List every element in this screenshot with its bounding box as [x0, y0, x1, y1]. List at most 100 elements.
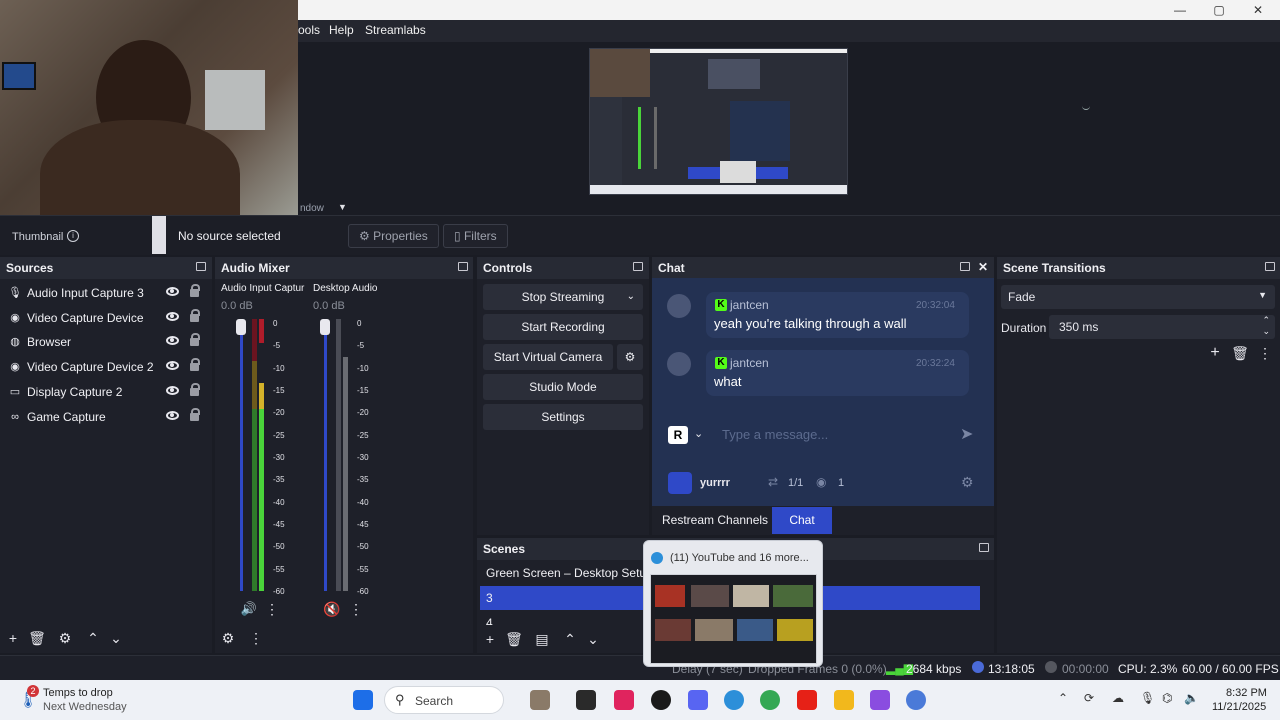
stop-streaming-button[interactable]: Stop Streaming ⌄	[483, 284, 643, 310]
add-transition-button[interactable]: +	[1206, 344, 1224, 362]
advanced-audio-icon[interactable]: ⚙	[219, 629, 237, 647]
copilot-icon[interactable]	[530, 690, 550, 710]
scene-filter-icon[interactable]: ▤	[533, 630, 551, 648]
lock-icon[interactable]	[190, 309, 200, 322]
taskbar-search[interactable]: ⚲ Search	[384, 686, 504, 714]
tiktok-icon[interactable]	[614, 690, 634, 710]
menu-help[interactable]: Help	[329, 23, 354, 37]
lock-icon[interactable]	[190, 358, 200, 371]
chevron-down-icon[interactable]: ⌄	[107, 629, 125, 647]
maximize-button[interactable]: ▢	[1199, 0, 1239, 20]
weather-line2[interactable]: Next Wednesday	[43, 701, 127, 713]
app-icon[interactable]	[906, 690, 926, 710]
more-options-icon[interactable]: ⋮	[247, 629, 265, 647]
youtube-icon[interactable]	[797, 690, 817, 710]
windows-start-icon[interactable]	[353, 690, 373, 710]
undock-icon[interactable]	[1265, 262, 1275, 271]
chat-username[interactable]: jantcen	[730, 356, 769, 370]
start-recording-button[interactable]: Start Recording	[483, 314, 643, 340]
obs-icon[interactable]	[651, 690, 671, 710]
copilot-app-icon[interactable]	[870, 690, 890, 710]
source-item[interactable]: ▭ Display Capture 2	[6, 380, 206, 404]
source-item[interactable]: 🎙 Audio Input Capture 3	[6, 281, 206, 305]
chevron-up-icon[interactable]: ⌃	[561, 630, 579, 648]
tab-chat[interactable]: Chat	[772, 507, 832, 534]
message-input[interactable]: Type a message...	[722, 427, 828, 442]
trash-icon[interactable]: 🗑	[28, 629, 46, 647]
trash-icon[interactable]: 🗑	[1231, 344, 1249, 362]
close-icon[interactable]: ✕	[978, 260, 988, 274]
chevron-up-icon[interactable]: ⌃	[1058, 691, 1068, 705]
speaker-icon[interactable]: 🔊	[240, 600, 258, 618]
discord-icon[interactable]	[688, 690, 708, 710]
cloud-icon[interactable]: ☁	[1112, 691, 1124, 705]
more-options-icon[interactable]: ⋮	[347, 600, 365, 618]
transition-select[interactable]: Fade ▼	[1001, 285, 1275, 309]
microphone-icon[interactable]: 🎙	[1140, 691, 1155, 705]
more-options-icon[interactable]: ⋮	[1256, 344, 1274, 362]
source-item[interactable]: ◉ Video Capture Device 2	[6, 355, 206, 379]
volume-slider-handle[interactable]	[320, 319, 330, 335]
properties-button[interactable]: ⚙ Properties	[348, 224, 439, 248]
lock-icon[interactable]	[190, 383, 200, 396]
filters-button[interactable]: ▯ Filters	[443, 224, 508, 248]
chevron-down-icon[interactable]: ⌄	[694, 427, 703, 440]
weather-line1[interactable]: Temps to drop	[43, 687, 113, 699]
source-item[interactable]: ◉ Video Capture Device	[6, 306, 206, 330]
visibility-eye-icon[interactable]	[166, 312, 179, 321]
duration-spinbox[interactable]: 350 ms ⌃ ⌄	[1049, 315, 1275, 339]
chevron-down-icon[interactable]: ▼	[338, 202, 347, 212]
sync-icon[interactable]: ⟳	[1084, 691, 1094, 705]
add-scene-button[interactable]: +	[481, 630, 499, 648]
menu-streamlabs[interactable]: Streamlabs	[365, 23, 426, 37]
task-view-icon[interactable]	[576, 690, 596, 710]
minimize-button[interactable]: —	[1160, 0, 1200, 20]
undock-icon[interactable]	[633, 262, 643, 271]
visibility-eye-icon[interactable]	[166, 336, 179, 345]
settings-button[interactable]: Settings	[483, 404, 643, 430]
virtual-camera-settings-gear-icon[interactable]: ⚙	[617, 344, 643, 370]
source-item[interactable]: ◍ Browser	[6, 330, 206, 354]
lock-icon[interactable]	[190, 284, 200, 297]
undock-icon[interactable]	[960, 262, 970, 271]
lock-icon[interactable]	[190, 408, 200, 421]
sender-logo[interactable]: R	[668, 426, 688, 444]
studio-mode-button[interactable]: Studio Mode	[483, 374, 643, 400]
visibility-eye-icon[interactable]	[166, 386, 179, 395]
muted-speaker-icon[interactable]: 🔇	[323, 600, 341, 618]
chevron-down-icon[interactable]: ⌄	[584, 630, 602, 648]
spin-up-down-icon[interactable]: ⌃ ⌄	[1262, 315, 1270, 337]
clock-date[interactable]: 11/21/2025	[1212, 701, 1266, 713]
start-virtual-camera-button[interactable]: Start Virtual Camera	[483, 344, 613, 370]
undock-icon[interactable]	[458, 262, 468, 271]
visibility-eye-icon[interactable]	[166, 411, 179, 420]
volume-icon[interactable]: 🔈	[1184, 691, 1199, 705]
gear-icon[interactable]: ⚙	[56, 629, 74, 647]
lock-icon[interactable]	[190, 333, 200, 346]
undock-icon[interactable]	[196, 262, 206, 271]
send-icon[interactable]: ➤	[960, 424, 973, 444]
volume-slider-handle[interactable]	[236, 319, 246, 335]
chevron-down-icon[interactable]: ⌄	[627, 284, 635, 310]
menu-tools[interactable]: ools	[298, 23, 320, 37]
more-options-icon[interactable]: ⋮	[263, 600, 281, 618]
source-item[interactable]: ∞ Game Capture	[6, 405, 206, 429]
trash-icon[interactable]: 🗑	[505, 630, 523, 648]
visibility-eye-icon[interactable]	[166, 361, 179, 370]
file-explorer-icon[interactable]	[834, 690, 854, 710]
clock-time[interactable]: 8:32 PM	[1226, 687, 1267, 699]
network-icon[interactable]: ⌬	[1162, 691, 1172, 705]
taskbar-thumbnail-popup[interactable]: (11) YouTube and 16 more...	[643, 540, 823, 667]
close-window-button[interactable]: ✕	[1238, 0, 1278, 20]
program-preview[interactable]	[589, 48, 848, 195]
edge-icon[interactable]	[724, 690, 744, 710]
visibility-eye-icon[interactable]	[166, 287, 179, 296]
chrome-icon[interactable]	[760, 690, 780, 710]
volume-slider-track[interactable]	[324, 319, 327, 591]
chat-username[interactable]: jantcen	[730, 298, 769, 312]
info-icon[interactable]: i	[67, 230, 79, 242]
volume-slider-track[interactable]	[240, 319, 243, 591]
gear-icon[interactable]: ⚙	[961, 474, 974, 491]
thumbnail-scroll-handle[interactable]	[152, 216, 166, 254]
tab-restream-channels[interactable]: Restream Channels	[652, 507, 772, 534]
